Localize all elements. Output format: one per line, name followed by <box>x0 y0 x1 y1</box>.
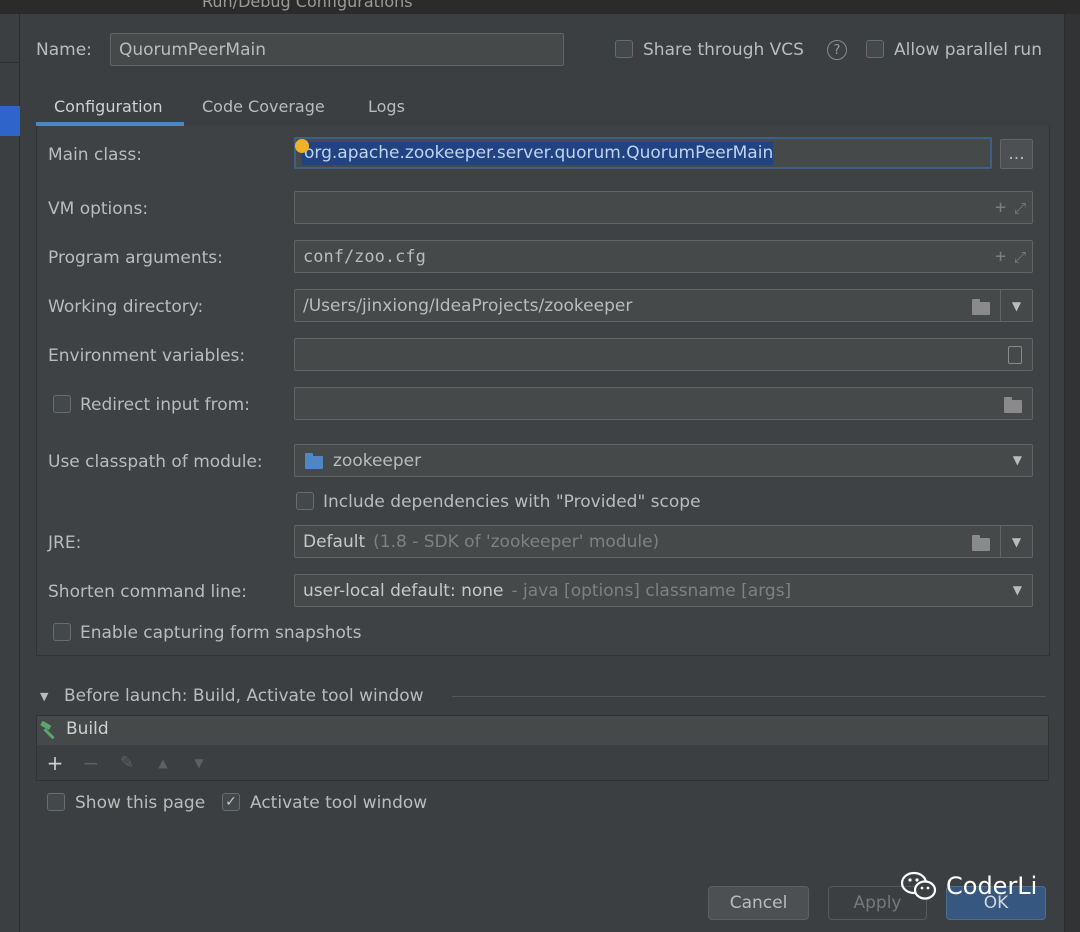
show-page-checkbox[interactable] <box>47 793 65 811</box>
watermark: CoderLi <box>900 864 1060 908</box>
wechat-icon <box>900 871 937 900</box>
classpath-module-value: zookeeper <box>333 450 422 471</box>
working-directory-label: Working directory: <box>48 297 204 317</box>
before-launch-item-label: Build <box>66 719 109 739</box>
remove-icon[interactable]: − <box>80 751 102 775</box>
allow-parallel-checkbox[interactable] <box>866 40 884 58</box>
plus-icon[interactable]: + <box>995 246 1006 267</box>
redirect-input-checkbox[interactable] <box>53 395 71 413</box>
window-title-bar: Run/Debug Configurations <box>0 0 1080 14</box>
jre-hint: (1.8 - SDK of 'zookeeper' module) <box>373 531 660 552</box>
include-provided-label: Include dependencies with "Provided" sco… <box>323 492 701 512</box>
tab-configuration[interactable]: Configuration <box>54 86 163 126</box>
chevron-down-icon: ▼ <box>1012 583 1022 597</box>
folder-icon[interactable] <box>972 535 990 551</box>
jre-value: Default <box>303 531 366 552</box>
working-directory-input[interactable]: /Users/jinxiong/IdeaProjects/zookeeper ▼ <box>294 289 1033 322</box>
program-arguments-input[interactable]: conf/zoo.cfg + ⤢ <box>294 240 1033 273</box>
chevron-down-icon: ▼ <box>1012 453 1022 467</box>
working-directory-dropdown[interactable]: ▼ <box>1000 290 1032 321</box>
allow-parallel-label: Allow parallel run <box>894 40 1042 60</box>
cancel-button[interactable]: Cancel <box>708 886 809 920</box>
jre-dropdown[interactable]: ▼ <box>1000 526 1032 557</box>
capture-snapshots-label: Enable capturing form snapshots <box>80 623 362 643</box>
tab-code-coverage[interactable]: Code Coverage <box>202 86 325 126</box>
vm-options-label: VM options: <box>48 199 149 219</box>
name-input-value: QuorumPeerMain <box>119 39 267 60</box>
redirect-input-field[interactable] <box>294 387 1033 420</box>
name-input[interactable]: QuorumPeerMain <box>110 33 564 66</box>
window-right-edge <box>1064 14 1080 932</box>
main-class-input[interactable]: org.apache.zookeeper.server.quorum.Quoru… <box>294 137 992 169</box>
add-icon[interactable]: + <box>44 751 66 775</box>
expand-icon[interactable]: ⤢ <box>1014 199 1026 217</box>
jre-label: JRE: <box>48 533 82 553</box>
before-launch-toolbar: + − ✎ ▲ ▼ <box>44 751 210 775</box>
browse-main-class-button[interactable]: ... <box>1000 139 1033 169</box>
move-up-icon[interactable]: ▲ <box>152 752 174 774</box>
vm-options-input[interactable]: + ⤢ <box>294 191 1033 224</box>
folder-icon[interactable] <box>1004 397 1022 413</box>
environment-variables-label: Environment variables: <box>48 346 246 366</box>
watermark-text: CoderLi <box>946 872 1038 900</box>
name-label: Name: <box>36 40 92 60</box>
main-class-value: org.apache.zookeeper.server.quorum.Quoru… <box>302 141 774 165</box>
move-down-icon[interactable]: ▼ <box>188 752 210 774</box>
tree-selected-item[interactable] <box>0 106 20 136</box>
capture-snapshots-checkbox[interactable] <box>53 623 71 641</box>
shorten-command-line-hint: - java [options] classname [args] <box>511 580 792 601</box>
hammer-icon <box>40 721 55 739</box>
share-vcs-label: Share through VCS <box>643 40 804 60</box>
shorten-command-line-select[interactable]: user-local default: none - java [options… <box>294 574 1033 607</box>
working-directory-value: /Users/jinxiong/IdeaProjects/zookeeper <box>303 295 633 316</box>
show-page-label: Show this page <box>75 793 206 813</box>
chevron-down-icon: ▼ <box>1011 298 1022 313</box>
main-class-label: Main class: <box>48 145 142 165</box>
environment-variables-input[interactable] <box>294 338 1033 371</box>
folder-icon[interactable] <box>972 299 990 315</box>
configuration-tree-edge <box>0 14 20 932</box>
jre-select[interactable]: Default (1.8 - SDK of 'zookeeper' module… <box>294 525 1033 558</box>
tab-logs[interactable]: Logs <box>368 86 405 126</box>
before-launch-item[interactable]: Build <box>37 716 1048 745</box>
activate-tool-window-label: Activate tool window <box>250 793 428 813</box>
before-launch-header[interactable]: Before launch: Build, Activate tool wind… <box>64 684 424 708</box>
question-circle-icon[interactable]: ? <box>827 40 847 60</box>
redirect-input-label: Redirect input from: <box>80 395 250 415</box>
expand-icon[interactable]: ⤢ <box>1014 248 1026 266</box>
browse-main-class-label: ... <box>1008 144 1025 164</box>
activate-tool-window-checkbox[interactable]: ✓ <box>222 793 240 811</box>
shorten-command-line-value: user-local default: none <box>303 580 504 601</box>
include-provided-checkbox[interactable] <box>296 492 314 510</box>
share-vcs-checkbox[interactable] <box>615 40 633 58</box>
program-arguments-value: conf/zoo.cfg <box>303 246 426 267</box>
classpath-module-label: Use classpath of module: <box>48 452 263 472</box>
collapse-triangle-icon[interactable]: ▼ <box>40 690 48 703</box>
window-title: Run/Debug Configurations <box>202 0 413 11</box>
program-arguments-label: Program arguments: <box>48 248 223 268</box>
chevron-down-icon: ▼ <box>1011 534 1022 549</box>
module-folder-icon <box>305 452 323 469</box>
checkmark-icon: ✓ <box>225 794 237 810</box>
document-icon[interactable] <box>1008 346 1022 364</box>
tree-separator <box>0 62 20 63</box>
before-launch-divider <box>452 696 1046 697</box>
edit-icon[interactable]: ✎ <box>116 752 138 774</box>
classpath-module-select[interactable]: zookeeper ▼ <box>294 444 1033 477</box>
shorten-command-line-label: Shorten command line: <box>48 582 247 602</box>
plus-icon[interactable]: + <box>995 197 1006 218</box>
bulb-icon[interactable] <box>295 139 309 153</box>
